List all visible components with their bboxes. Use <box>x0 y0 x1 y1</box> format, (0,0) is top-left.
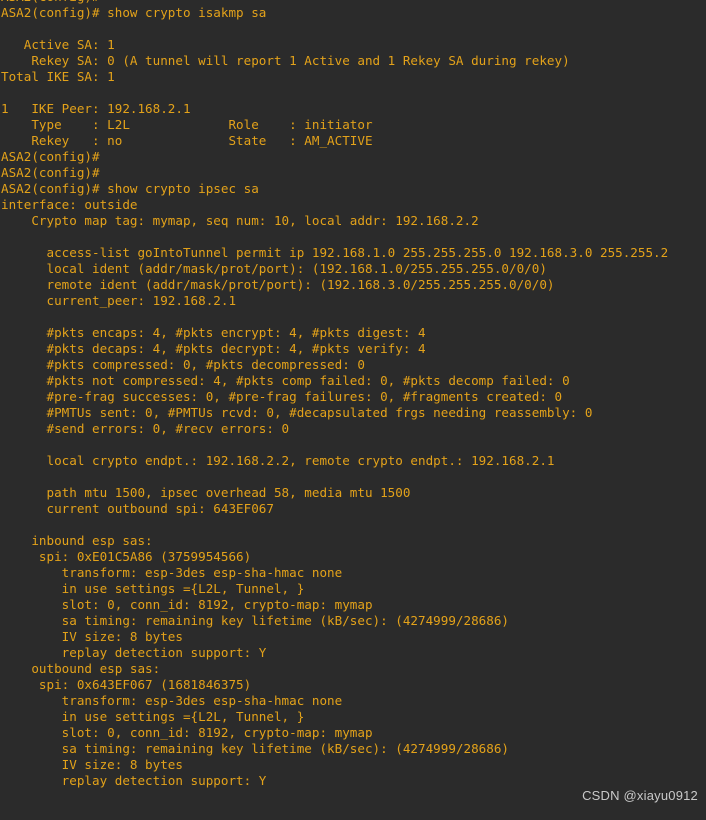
terminal-line: transform: esp-3des esp-sha-hmac none <box>1 693 343 708</box>
terminal-line: #send errors: 0, #recv errors: 0 <box>1 421 290 436</box>
terminal-line: Total IKE SA: 1 <box>1 69 115 84</box>
terminal-line: in use settings ={L2L, Tunnel, } <box>1 709 305 724</box>
terminal-line: IV size: 8 bytes <box>1 629 183 644</box>
terminal-line: local crypto endpt.: 192.168.2.2, remote… <box>1 453 555 468</box>
terminal-line: #pkts compressed: 0, #pkts decompressed:… <box>1 357 365 372</box>
watermark-label: CSDN @xiayu0912 <box>582 788 698 803</box>
terminal-line: transform: esp-3des esp-sha-hmac none <box>1 565 343 580</box>
terminal-line: Crypto map tag: mymap, seq num: 10, loca… <box>1 213 479 228</box>
terminal-line: #pkts decaps: 4, #pkts decrypt: 4, #pkts… <box>1 341 426 356</box>
terminal-line: replay detection support: Y <box>1 645 267 660</box>
terminal-line: ASA2(config)# <box>1 149 100 164</box>
terminal-prompt-line[interactable]: ASA2(config)# <box>1 804 147 820</box>
terminal-line: inbound esp sas: <box>1 533 153 548</box>
terminal-line: slot: 0, conn_id: 8192, crypto-map: myma… <box>1 725 373 740</box>
terminal-line: current outbound spi: 643EF067 <box>1 501 274 516</box>
terminal-line: current_peer: 192.168.2.1 <box>1 293 237 308</box>
terminal-line: #pkts not compressed: 4, #pkts comp fail… <box>1 373 570 388</box>
terminal-line: sa timing: remaining key lifetime (kB/se… <box>1 741 509 756</box>
terminal-line: ASA2(config)# show crypto ipsec sa <box>1 181 259 196</box>
terminal-line: 1 IKE Peer: 192.168.2.1 <box>1 101 191 116</box>
terminal-window[interactable]: ASA2(config)#ASA2(config)# show crypto i… <box>0 0 706 820</box>
terminal-line: Rekey : no State : AM_ACTIVE <box>1 133 373 148</box>
terminal-line: Rekey SA: 0 (A tunnel will report 1 Acti… <box>1 53 570 68</box>
terminal-line: Active SA: 1 <box>1 37 115 52</box>
terminal-line: spi: 0x643EF067 (1681846375) <box>1 677 252 692</box>
terminal-line: ASA2(config)# show crypto isakmp sa <box>1 5 267 20</box>
terminal-line: #pkts encaps: 4, #pkts encrypt: 4, #pkts… <box>1 325 426 340</box>
terminal-line: slot: 0, conn_id: 8192, crypto-map: myma… <box>1 597 373 612</box>
terminal-line: IV size: 8 bytes <box>1 757 183 772</box>
terminal-line: in use settings ={L2L, Tunnel, } <box>1 581 305 596</box>
terminal-line: path mtu 1500, ipsec overhead 58, media … <box>1 485 411 500</box>
terminal-line: #pre-frag successes: 0, #pre-frag failur… <box>1 389 563 404</box>
terminal-line: sa timing: remaining key lifetime (kB/se… <box>1 613 509 628</box>
terminal-line: #PMTUs sent: 0, #PMTUs rcvd: 0, #decapsu… <box>1 405 593 420</box>
terminal-line: spi: 0xE01C5A86 (3759954566) <box>1 549 252 564</box>
terminal-line: Type : L2L Role : initiator <box>1 117 373 132</box>
terminal-line: interface: outside <box>1 197 138 212</box>
terminal-line: outbound esp sas: <box>1 661 161 676</box>
terminal-output-area: ASA2(config)#ASA2(config)# show crypto i… <box>0 0 706 820</box>
terminal-line: replay detection support: Y <box>1 773 267 788</box>
terminal-line: remote ident (addr/mask/prot/port): (192… <box>1 277 555 292</box>
terminal-line: access-list goIntoTunnel permit ip 192.1… <box>1 245 669 260</box>
terminal-line: local ident (addr/mask/prot/port): (192.… <box>1 261 547 276</box>
terminal-line: ASA2(config)# <box>1 165 100 180</box>
